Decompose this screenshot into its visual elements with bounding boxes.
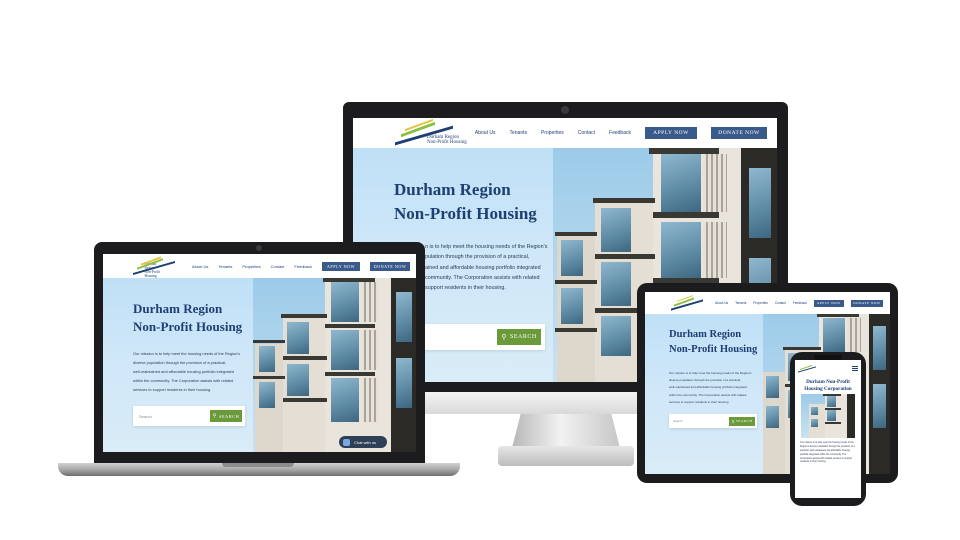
hero-section: Durham Region Non-Profit Housing Our mis… bbox=[103, 278, 416, 452]
search-bar: Search ⚲ SEARCH bbox=[133, 406, 245, 426]
search-icon: ⚲ bbox=[212, 414, 217, 419]
apply-now-button[interactable]: APPLY NOW bbox=[813, 299, 844, 307]
nav-feedback[interactable]: Feedback bbox=[609, 130, 631, 136]
search-icon: ⚲ bbox=[731, 418, 736, 424]
donate-now-button[interactable]: DONATE NOW bbox=[850, 299, 883, 307]
logo-roof-icon bbox=[798, 364, 818, 373]
building-image bbox=[253, 278, 416, 452]
camera-icon bbox=[256, 245, 262, 251]
mobile-title: Durham Non-Profit Housing Corporation bbox=[804, 379, 852, 392]
smartphone: Durham Non-Profit Housing Corporation Ou… bbox=[790, 352, 866, 506]
logo-roof-icon bbox=[133, 256, 175, 276]
donate-now-button[interactable]: DONATE NOW bbox=[711, 127, 767, 139]
mission-text: Our mission is to help meet the housing … bbox=[800, 442, 855, 464]
monitor-stand bbox=[512, 414, 620, 448]
search-button[interactable]: ⚲ SEARCH bbox=[210, 410, 242, 422]
laptop: Durham Region Non-Profit Housing About U… bbox=[94, 242, 425, 464]
nav-contact[interactable]: Contact bbox=[775, 301, 786, 305]
hero-title: Durham Region Non-Profit Housing bbox=[394, 180, 537, 223]
nav-tenants[interactable]: Tenants bbox=[218, 264, 232, 269]
camera-icon bbox=[561, 106, 569, 114]
apply-now-button[interactable]: APPLY NOW bbox=[322, 261, 360, 271]
donate-now-button[interactable]: DONATE NOW bbox=[370, 261, 410, 271]
monitor-stand-base bbox=[498, 446, 634, 466]
hero-title: Durham Region Non-Profit Housing bbox=[133, 301, 243, 335]
search-bar: Search ⚲ SEARCH bbox=[669, 414, 757, 428]
mission-text: n is to help meet the housing needs of t… bbox=[425, 244, 548, 292]
apply-now-button[interactable]: APPLY NOW bbox=[645, 127, 697, 139]
chat-widget[interactable]: Chat with us bbox=[339, 436, 387, 448]
mission-text: Our mission is to help meet the housing … bbox=[133, 351, 240, 392]
laptop-website: Durham Region Non-Profit Housing About U… bbox=[103, 254, 416, 452]
site-header: About Us Tenants Properties Contact Feed… bbox=[645, 292, 890, 314]
phone-website: Durham Non-Profit Housing Corporation Ou… bbox=[795, 360, 861, 498]
nav-properties[interactable]: Properties bbox=[753, 301, 768, 305]
mission-text: Our mission is to help meet the housing … bbox=[669, 371, 752, 404]
building-image bbox=[801, 394, 855, 438]
nav-contact[interactable]: Contact bbox=[578, 130, 595, 136]
nav-tenants[interactable]: Tenants bbox=[735, 301, 746, 305]
logo-roof-icon bbox=[671, 294, 705, 311]
hero-title: Durham Region Non-Profit Housing bbox=[669, 329, 758, 355]
nav-properties[interactable]: Properties bbox=[541, 130, 564, 136]
site-header: Durham Region Non-Profit Housing About U… bbox=[353, 118, 777, 148]
logo-roof-icon bbox=[395, 118, 455, 146]
search-input[interactable]: Search bbox=[139, 414, 210, 419]
nav-about[interactable]: About Us bbox=[475, 130, 496, 136]
nav-feedback[interactable]: Feedback bbox=[793, 301, 807, 305]
search-bar: ⚲ SEARCH bbox=[423, 324, 545, 350]
search-icon: ⚲ bbox=[501, 333, 507, 341]
search-button[interactable]: ⚲ SEARCH bbox=[497, 329, 541, 345]
nav-feedback[interactable]: Feedback bbox=[294, 264, 312, 269]
nav-about[interactable]: About Us bbox=[715, 301, 728, 305]
nav-properties[interactable]: Properties bbox=[242, 264, 260, 269]
laptop-notch bbox=[222, 463, 294, 467]
nav-tenants[interactable]: Tenants bbox=[509, 130, 527, 136]
site-header bbox=[795, 360, 861, 376]
search-button[interactable]: ⚲ SEARCH bbox=[729, 416, 755, 426]
hamburger-menu-icon[interactable] bbox=[852, 365, 858, 371]
nav-about[interactable]: About Us bbox=[192, 264, 208, 269]
nav-contact[interactable]: Contact bbox=[271, 264, 285, 269]
site-header: Durham Region Non-Profit Housing About U… bbox=[103, 254, 416, 278]
chat-icon bbox=[343, 438, 350, 446]
search-input[interactable]: Search bbox=[673, 419, 729, 423]
